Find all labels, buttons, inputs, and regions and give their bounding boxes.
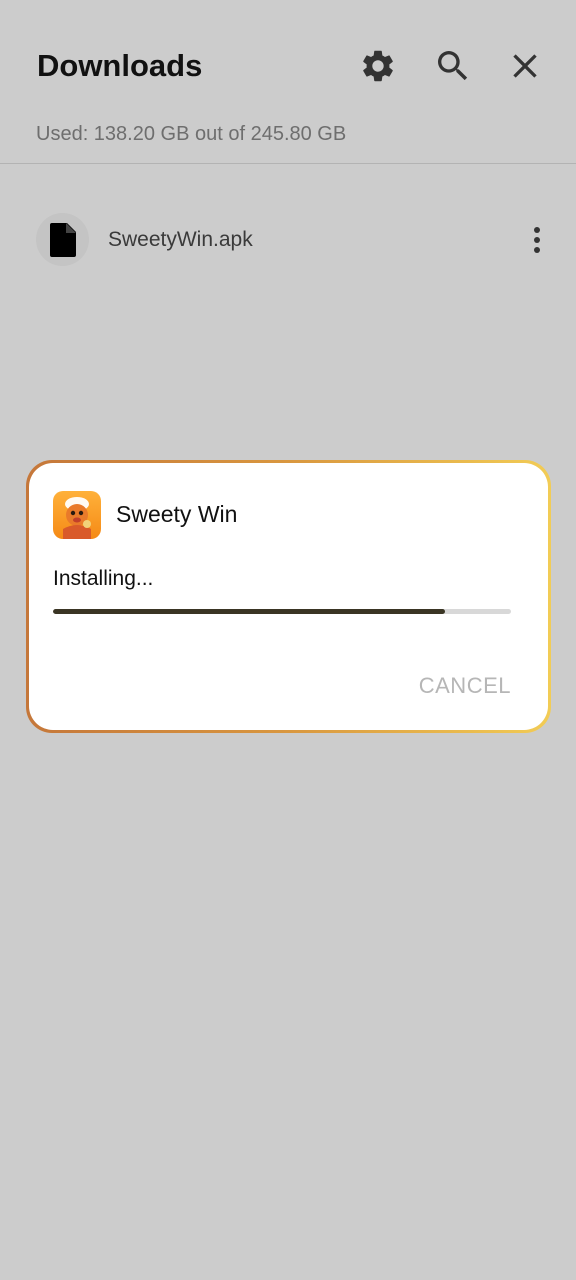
- gear-icon[interactable]: [358, 46, 398, 86]
- more-options-icon[interactable]: [524, 222, 550, 258]
- storage-usage-text: Used: 138.20 GB out of 245.80 GB: [36, 123, 347, 145]
- search-icon[interactable]: [433, 46, 473, 86]
- file-name: SweetyWin.apk: [108, 228, 253, 251]
- close-icon[interactable]: [505, 46, 545, 86]
- downloads-screen: Downloads Used: 138.20 GB out of 245.80 …: [0, 0, 576, 1280]
- page-title: Downloads: [37, 48, 203, 83]
- install-status: Installing...: [53, 567, 154, 590]
- install-progress-fill: [53, 609, 445, 614]
- list-item[interactable]: SweetyWin.apk: [0, 205, 576, 273]
- install-dialog: Sweety Win Installing... CANCEL: [26, 460, 551, 733]
- header-divider: [0, 163, 576, 164]
- header: Downloads Used: 138.20 GB out of 245.80 …: [0, 0, 576, 165]
- install-dialog-body: Sweety Win Installing... CANCEL: [29, 463, 548, 730]
- app-logo-icon: [53, 491, 101, 539]
- file-icon: [36, 213, 89, 266]
- app-name: Sweety Win: [116, 501, 238, 527]
- install-progress-bar: [53, 609, 511, 614]
- cancel-button[interactable]: CANCEL: [419, 673, 511, 699]
